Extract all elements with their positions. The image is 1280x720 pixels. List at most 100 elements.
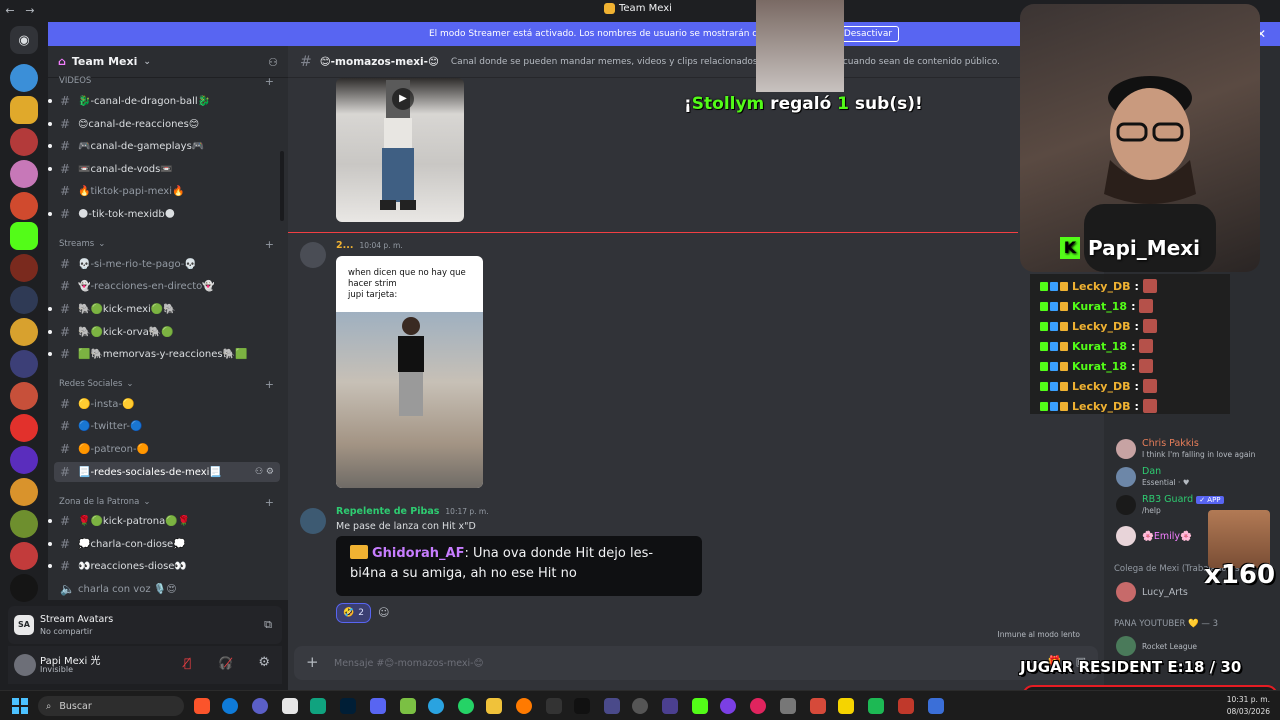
attach-plus-icon[interactable]: + [306, 653, 319, 671]
windows-start-icon[interactable] [12, 698, 28, 714]
voice-channel-item[interactable]: 🔈 charla con voz 🎙️😍 [48, 579, 284, 599]
channel-item-selected[interactable]: # 📃-redes-sociales-de-mexi📃 ⚇ ⚙ [54, 462, 280, 482]
channel-item[interactable]: # 💀-si-me-rio-te-pago-💀 [48, 254, 284, 274]
app-icon[interactable] [662, 698, 678, 714]
mic-muted-icon[interactable]: 🎙̸ [184, 656, 191, 670]
server-icon[interactable] [10, 510, 38, 538]
app-icon[interactable] [516, 698, 532, 714]
member-item[interactable]: Lucy_Arts [1116, 582, 1188, 602]
add-channel-icon[interactable]: + [265, 496, 274, 509]
avatar[interactable] [300, 242, 326, 268]
app-icon[interactable] [898, 698, 914, 714]
channel-item[interactable]: # 🌹🟢kick-patrona🟢🌹 [48, 511, 284, 531]
photoshop-icon[interactable] [340, 698, 356, 714]
server-icon[interactable] [10, 96, 38, 124]
server-icon[interactable] [10, 574, 38, 602]
channel-item[interactable]: # 👻-reacciones-en-directo👻 [48, 276, 284, 296]
member-item[interactable]: Dan Essential · ♥ [1116, 466, 1190, 488]
add-reaction-icon[interactable]: ☺ [378, 606, 389, 619]
channel-item[interactable]: # 🎮canal-de-gameplays🎮 [48, 136, 284, 156]
server-icon[interactable] [10, 286, 38, 314]
channel-item[interactable]: # 🌑-tik-tok-mexidb🌑 [48, 204, 284, 224]
video-attachment[interactable]: ▶ [336, 78, 464, 222]
kick-icon[interactable] [692, 698, 708, 714]
channel-item[interactable]: # 💭charla-con-diose💭 [48, 534, 284, 554]
add-channel-icon[interactable]: + [265, 378, 274, 391]
file-explorer-icon[interactable] [486, 698, 502, 714]
add-channel-icon[interactable]: + [265, 75, 274, 88]
play-icon[interactable]: ▶ [392, 88, 414, 110]
category-videos[interactable]: VIDEOS [59, 76, 91, 86]
sidebar-scrollbar[interactable] [280, 151, 284, 221]
category-redes[interactable]: Redes Sociales ⌄ [59, 379, 134, 389]
message-author[interactable]: 2... [336, 240, 353, 251]
discord-icon[interactable] [370, 698, 386, 714]
server-icon[interactable] [10, 192, 38, 220]
channel-item[interactable]: # 🟡-insta-🟡 [48, 394, 284, 414]
app-icon[interactable] [282, 698, 298, 714]
app-icon[interactable] [574, 698, 590, 714]
whatsapp-icon[interactable] [458, 698, 474, 714]
server-icon[interactable] [10, 414, 38, 442]
member-item[interactable]: Chris Pakkis I think I'm falling in love … [1116, 438, 1255, 460]
channel-item[interactable]: # 🔵-twitter-🔵 [48, 416, 284, 436]
category-patrona[interactable]: Zona de la Patrona ⌄ [59, 497, 150, 507]
invite-people-icon[interactable]: ⚇ [268, 56, 278, 69]
app-icon[interactable] [868, 698, 884, 714]
add-channel-icon[interactable]: + [265, 238, 274, 251]
member-item[interactable]: Rocket League [1116, 636, 1197, 656]
reaction-chip[interactable]: 🤣 2 [336, 603, 371, 623]
app-icon[interactable] [780, 698, 796, 714]
server-icon[interactable] [10, 318, 38, 346]
channel-item[interactable]: # 🐉-canal-de-dragon-ball🐉 [48, 91, 284, 111]
server-icon[interactable] [10, 446, 38, 474]
activity-panel[interactable]: SA Stream Avatars No compartir ⧉ [8, 606, 282, 644]
server-icon[interactable] [10, 350, 38, 378]
channel-item[interactable]: # 🔥tiktok-papi-mexi🔥 [48, 181, 284, 201]
server-icon[interactable] [10, 478, 38, 506]
gear-icon[interactable]: ⚙ [258, 655, 270, 670]
disable-streamer-mode-button[interactable]: Desactivar [836, 26, 900, 42]
brave-browser-icon[interactable] [194, 698, 210, 714]
server-icon[interactable] [10, 542, 38, 570]
sticky-notes-icon[interactable] [838, 698, 854, 714]
server-icon[interactable] [10, 382, 38, 410]
channel-item[interactable]: # 🟠-patreon-🟠 [48, 439, 284, 459]
channel-settings-gear-icon[interactable]: ⚇ ⚙ [255, 467, 274, 477]
app-icon[interactable] [720, 698, 736, 714]
app-icon[interactable] [546, 698, 562, 714]
server-icon[interactable] [10, 160, 38, 188]
back-arrow-icon[interactable]: ← [0, 4, 20, 17]
kick-server-icon[interactable] [10, 222, 38, 250]
channel-item[interactable]: # 📼canal-de-vods📼 [48, 159, 284, 179]
vivaldi-icon[interactable] [252, 698, 268, 714]
headphones-muted-icon[interactable]: 🎧̸ [218, 656, 233, 670]
app-icon[interactable] [928, 698, 944, 714]
app-icon[interactable] [604, 698, 620, 714]
server-header[interactable]: ⌂ Team Mexi ⌄ ⚇ [48, 46, 288, 78]
channel-item[interactable]: # 🐘🟢kick-orva🐘🟢 [48, 322, 284, 342]
server-icon[interactable] [10, 254, 38, 282]
embedded-chat-clip[interactable]: Ghidorah_AF: Una ova donde Hit dejo les-… [336, 536, 702, 596]
member-item[interactable]: 🌸Emily🌸 [1116, 526, 1192, 546]
app-icon[interactable] [400, 698, 416, 714]
obs-icon[interactable] [632, 698, 648, 714]
app-icon[interactable] [750, 698, 766, 714]
channel-item[interactable]: # 👀reacciones-diose👀 [48, 556, 284, 576]
channel-item[interactable]: # 😊canal-de-reacciones😊 [48, 114, 284, 134]
edge-icon[interactable] [222, 698, 238, 714]
channel-item[interactable]: # 🐘🟢kick-mexi🟢🐘 [48, 299, 284, 319]
taskbar-search[interactable]: ⌕ Buscar [38, 696, 184, 716]
app-icon[interactable] [810, 698, 826, 714]
chatgpt-icon[interactable] [310, 698, 326, 714]
message-input[interactable] [334, 654, 934, 672]
forward-arrow-icon[interactable]: → [20, 4, 40, 17]
screen-share-icon[interactable]: ⧉ [264, 618, 272, 632]
image-attachment[interactable]: when dicen que no hay que hacer strim ju… [336, 256, 483, 488]
message-author[interactable]: Repelente de Pibas [336, 506, 439, 517]
taskbar-clock[interactable]: 10:31 p. m. 08/03/2026 [1227, 694, 1270, 718]
discord-home-icon[interactable]: ◉ [10, 26, 38, 54]
channel-item[interactable]: # 🟩🐘memorvas-y-reacciones🐘🟩 [48, 344, 284, 364]
category-streams[interactable]: Streams ⌄ [59, 239, 105, 249]
avatar[interactable] [300, 508, 326, 534]
